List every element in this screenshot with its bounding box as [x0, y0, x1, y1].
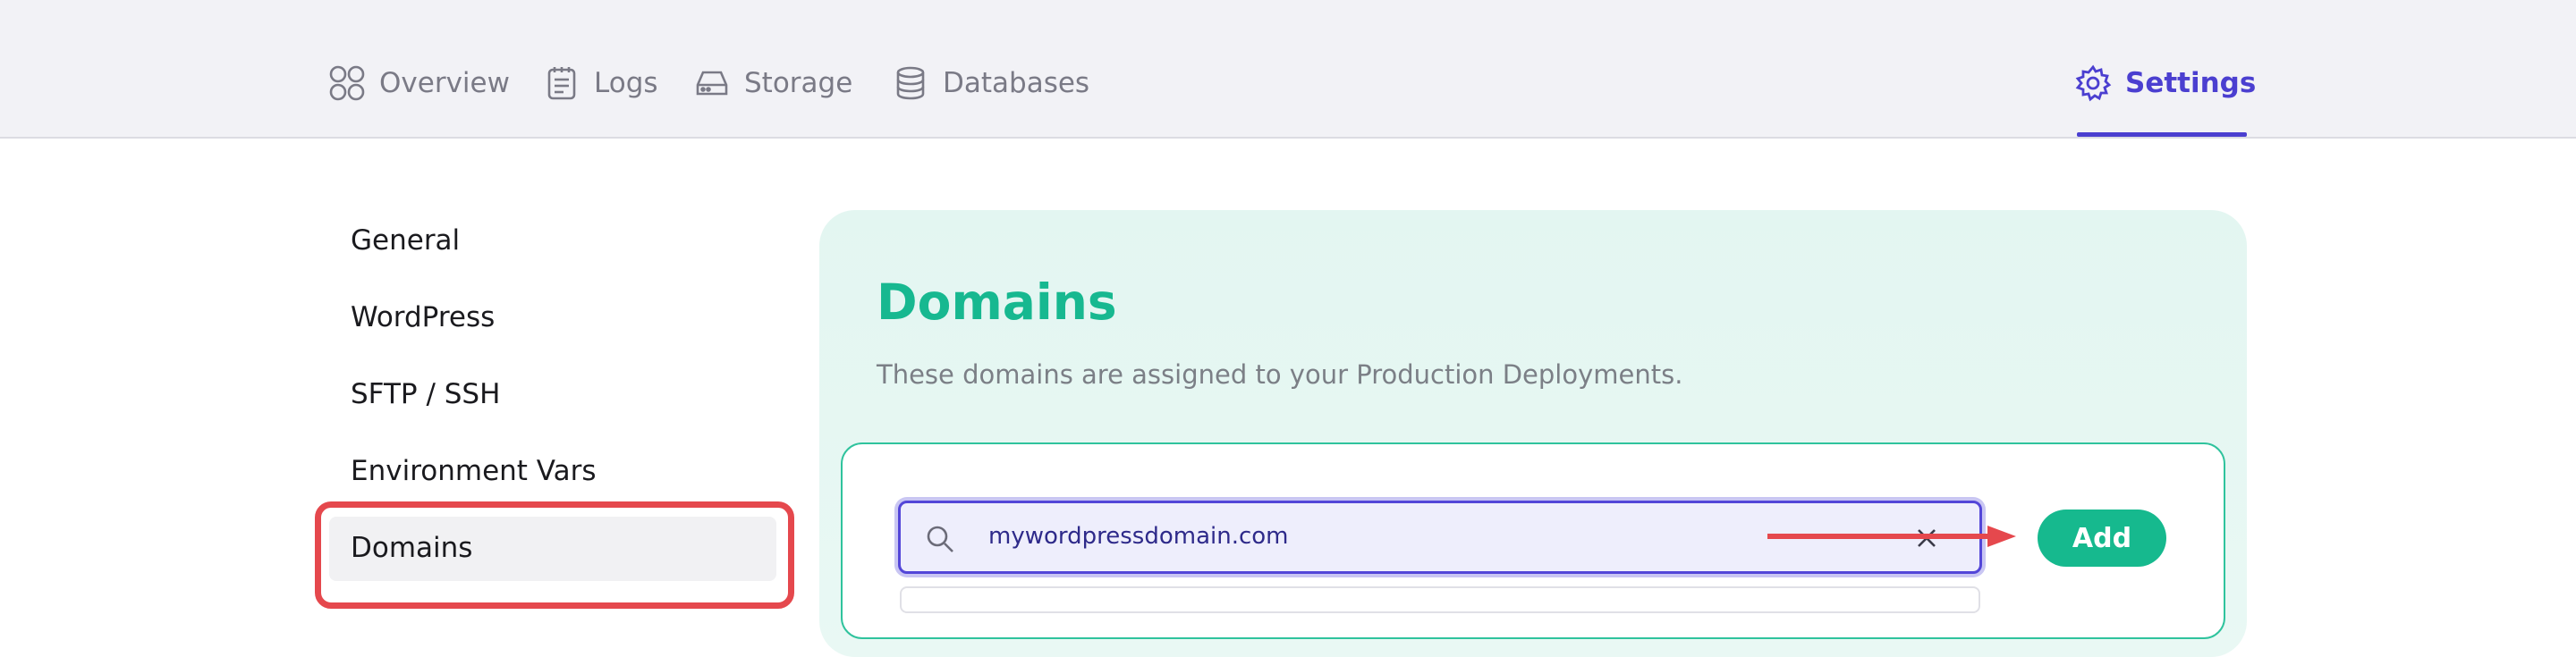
gear-icon — [2075, 64, 2112, 102]
panel-title: Domains — [877, 274, 1117, 331]
tab-storage-label: Storage — [744, 67, 853, 99]
tab-overview[interactable]: Overview — [327, 61, 510, 105]
domain-input-value: mywordpressdomain.com — [988, 523, 1289, 550]
sidebar-item-general[interactable]: General — [351, 220, 460, 261]
panel-subtitle: These domains are assigned to your Produ… — [877, 359, 1683, 390]
logs-icon — [547, 67, 576, 100]
tab-settings-label: Settings — [2125, 67, 2257, 99]
sidebar-item-environment-vars[interactable]: Environment Vars — [351, 451, 597, 492]
tab-settings[interactable]: Settings — [2073, 61, 2256, 105]
annotation-highlight-box — [315, 501, 794, 609]
annotation-arrow-icon — [1767, 526, 2016, 547]
domain-list-item — [900, 586, 1980, 613]
sidebar-item-wordpress[interactable]: WordPress — [351, 297, 495, 338]
tab-databases[interactable]: Databases — [891, 61, 1089, 105]
tab-logs-label: Logs — [594, 67, 658, 99]
add-domain-button[interactable]: Add — [2038, 510, 2166, 567]
storage-icon — [696, 71, 728, 96]
active-tab-indicator — [2077, 132, 2247, 137]
search-icon — [927, 526, 953, 552]
overview-icon — [329, 65, 365, 101]
sidebar-item-sftp-ssh[interactable]: SFTP / SSH — [351, 374, 500, 415]
top-nav-bar: Overview Logs Storage Databases Settings — [0, 0, 2576, 139]
tab-overview-label: Overview — [379, 67, 510, 99]
tab-logs[interactable]: Logs — [542, 61, 658, 105]
databases-icon — [896, 66, 925, 100]
tab-storage[interactable]: Storage — [692, 61, 852, 105]
tab-databases-label: Databases — [943, 67, 1090, 99]
